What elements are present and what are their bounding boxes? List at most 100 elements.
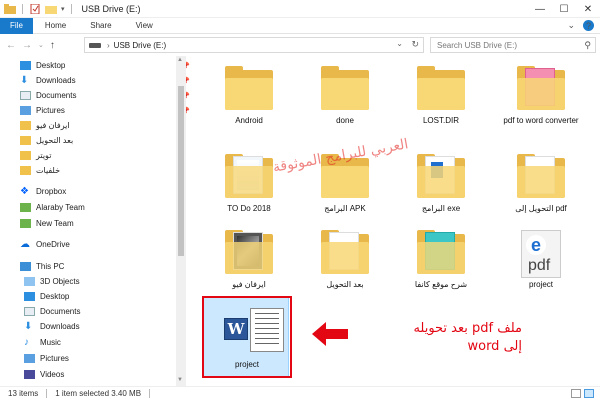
sidebar-item-desktop-pc[interactable]: Desktop <box>24 289 200 304</box>
file-label: Android <box>235 116 263 125</box>
sidebar-item-downloads-pc[interactable]: ⬇ Downloads <box>24 319 200 334</box>
status-bar: 13 items 1 item selected 3.40 MB <box>0 386 600 400</box>
navigation-scrollbar[interactable]: ▲ ▼ <box>176 56 186 386</box>
annotation-line-1: ملف pdf بعد تحويله <box>413 321 522 336</box>
details-view-icon[interactable] <box>571 389 581 398</box>
item-count: 13 items <box>8 389 39 398</box>
file-tile-android[interactable]: Android <box>212 64 286 144</box>
sidebar-item-label: بعد التحويل <box>36 136 74 145</box>
sidebar-item-label: OneDrive <box>36 240 70 249</box>
back-arrow-icon[interactable]: ← <box>6 40 16 51</box>
sidebar-item-this-pc[interactable]: This PC <box>20 259 196 274</box>
scroll-down-icon[interactable]: ▼ <box>177 377 183 383</box>
search-icon: ⚲ <box>584 40 591 50</box>
sidebar-item-irfanview[interactable]: ايرفان فيو <box>20 118 196 133</box>
file-tile-after-conversion[interactable]: بعد التحويل <box>308 228 382 308</box>
expand-ribbon-chevron-icon[interactable]: ⌄ <box>567 20 575 31</box>
sidebar-item-after-conversion[interactable]: بعد التحويل <box>20 133 196 148</box>
breadcrumb-usb-drive[interactable]: USB Drive (E:) <box>114 41 166 50</box>
quick-access-toolbar: ▾ <box>0 3 74 14</box>
recent-locations-chevron-icon[interactable]: ⌄ <box>38 41 44 49</box>
folder-with-preview-icon <box>219 228 279 278</box>
sidebar-item-3d-objects[interactable]: 3D Objects <box>24 274 200 289</box>
forward-arrow-icon[interactable]: → <box>22 40 32 51</box>
folder-icon <box>20 136 31 145</box>
folder-icon <box>20 151 31 160</box>
file-label: التحويل إلى pdf <box>515 204 567 213</box>
file-tile-canva-tutorial[interactable]: شرح موقع كانفا <box>404 228 478 308</box>
computer-icon <box>20 262 31 271</box>
sidebar-item-label: Desktop <box>40 292 70 301</box>
large-icons-view-icon[interactable] <box>584 389 594 398</box>
minimize-icon[interactable]: — <box>528 0 552 18</box>
sidebar-item-label: New Team <box>36 219 74 228</box>
tab-file[interactable]: File <box>0 17 33 34</box>
onedrive-cloud-icon: ☁ <box>20 239 30 250</box>
folder-with-preview-icon <box>315 228 375 278</box>
sidebar-item-new-team[interactable]: New Team <box>20 216 196 231</box>
desktop-icon <box>24 292 35 301</box>
properties-icon[interactable] <box>29 3 41 14</box>
selection-info: 1 item selected 3.40 MB <box>55 389 142 398</box>
up-arrow-icon[interactable]: ↑ <box>50 40 55 51</box>
file-label: LOST.DIR <box>422 116 459 125</box>
file-tile-pdf-to-word-converter[interactable]: pdf to word converter <box>503 64 579 144</box>
file-label: TO Do 2018 <box>227 204 271 213</box>
refresh-icon[interactable]: ↻ <box>411 39 419 50</box>
tab-view[interactable]: View <box>124 18 165 34</box>
file-tile-convert-to-pdf[interactable]: التحويل إلى pdf <box>504 152 578 232</box>
desktop-icon <box>20 61 31 70</box>
file-tile-lost-dir[interactable]: LOST.DIR <box>404 64 478 144</box>
breadcrumb-chevron-icon[interactable]: › <box>107 41 110 50</box>
pdf-glyph: pdf <box>528 257 551 274</box>
sidebar-item-label: Downloads <box>40 322 80 331</box>
sidebar-item-label: 3D Objects <box>40 277 80 286</box>
folder-with-preview-icon <box>411 228 471 278</box>
file-tile-exe-programs[interactable]: البرامج exe <box>404 152 478 232</box>
annotation-arrow-icon <box>312 322 348 346</box>
tab-home[interactable]: Home <box>33 18 78 34</box>
sidebar-item-twitter[interactable]: تويتر <box>20 148 196 163</box>
sidebar-item-alaraby-team[interactable]: Alaraby Team <box>20 200 196 215</box>
scrollbar-thumb[interactable] <box>178 86 184 256</box>
address-dropdown-icon[interactable]: ⌄ <box>396 39 403 48</box>
tab-share[interactable]: Share <box>78 18 123 34</box>
sidebar-item-desktop[interactable]: Desktop 📌 <box>20 58 196 73</box>
scroll-up-icon[interactable]: ▲ <box>177 57 183 63</box>
pdf-file-icon: e pdf <box>511 228 571 278</box>
close-icon[interactable]: ✕ <box>576 0 600 18</box>
file-tile-done[interactable]: done <box>308 64 382 144</box>
sidebar-item-documents[interactable]: Documents 📌 <box>20 88 196 103</box>
annotation-line-2: إلى word <box>467 339 522 354</box>
file-tile-project-pdf[interactable]: e pdf project <box>504 228 578 308</box>
3d-objects-icon <box>24 277 35 286</box>
sidebar-item-documents-pc[interactable]: Documents <box>24 304 200 319</box>
sidebar-item-label: Documents <box>40 307 81 316</box>
file-label: البرامج exe <box>421 204 461 213</box>
sidebar-item-label: Pictures <box>40 354 69 363</box>
sidebar-item-pictures-pc[interactable]: Pictures <box>24 351 200 366</box>
sidebar-item-backgrounds[interactable]: خلفيات <box>20 163 196 178</box>
customize-quick-access-chevron-icon[interactable]: ▾ <box>61 5 65 13</box>
search-input[interactable]: Search USB Drive (E:) ⚲ <box>430 37 596 53</box>
pictures-icon <box>24 354 35 363</box>
file-label: done <box>336 116 354 125</box>
new-folder-icon[interactable] <box>45 4 57 14</box>
maximize-icon[interactable]: ☐ <box>552 0 576 18</box>
file-label: بعد التحويل <box>326 280 364 289</box>
sidebar-item-onedrive[interactable]: ☁ OneDrive <box>20 237 196 252</box>
sidebar-item-dropbox[interactable]: ❖ Dropbox <box>20 184 196 199</box>
sidebar-item-videos[interactable]: Videos <box>24 367 200 382</box>
team-folder-icon <box>20 219 31 228</box>
documents-icon <box>20 91 31 100</box>
sidebar-item-downloads[interactable]: ⬇ Downloads 📌 <box>20 73 196 88</box>
sidebar-item-pictures[interactable]: Pictures 📌 <box>20 103 196 118</box>
address-bar[interactable]: › USB Drive (E:) ⌄ ↻ <box>84 37 424 53</box>
window-title: USB Drive (E:) <box>81 3 141 14</box>
sidebar-item-music[interactable]: ♪ Music <box>24 335 200 350</box>
folder-with-preview-icon <box>219 152 279 202</box>
sidebar-item-label: Dropbox <box>36 187 67 196</box>
help-icon[interactable]: ? <box>583 20 594 31</box>
dropbox-icon: ❖ <box>20 186 29 197</box>
sidebar-item-label: Desktop <box>36 61 66 70</box>
